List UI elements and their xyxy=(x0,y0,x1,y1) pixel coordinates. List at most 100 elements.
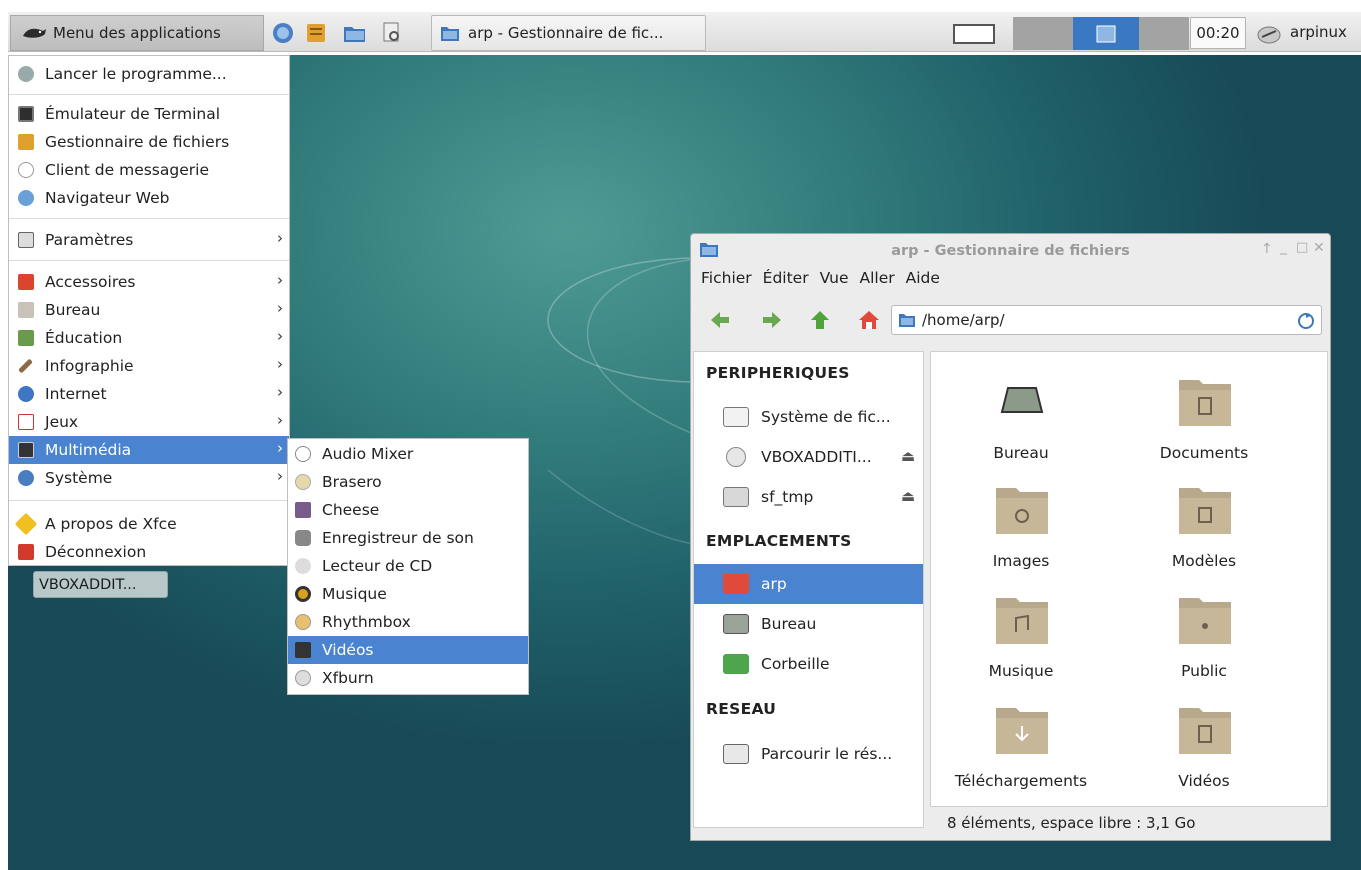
debian-mouse-icon xyxy=(23,28,46,38)
folder-item-modeles[interactable]: Modèles xyxy=(1129,482,1279,582)
submenu-item-cd-player[interactable]: Lecteur de CD xyxy=(288,552,528,580)
file-manager-icon xyxy=(18,134,34,150)
workspace-1-preview[interactable] xyxy=(953,24,995,44)
file-icon-view: Bureau Documents Images Modèles Musique … xyxy=(930,351,1328,807)
submenu-item-music[interactable]: Musique xyxy=(288,580,528,608)
taskbar-window-button[interactable]: arp - Gestionnaire de fic... xyxy=(431,15,706,51)
logout-icon xyxy=(18,544,34,560)
reload-icon[interactable] xyxy=(1297,312,1315,330)
panel-username[interactable]: arpinux xyxy=(1290,23,1347,41)
menu-item-run-program[interactable]: Lancer le programme... xyxy=(9,60,289,88)
sidebar-item-trash[interactable]: Corbeille xyxy=(694,644,923,684)
folder-launcher-icon[interactable] xyxy=(343,22,365,44)
menu-item-about-xfce[interactable]: A propos de Xfce xyxy=(9,510,289,538)
menu-help[interactable]: Aide xyxy=(906,269,940,287)
home-icon[interactable] xyxy=(857,309,879,331)
folder-item-telechargements[interactable]: Téléchargements xyxy=(946,702,1096,802)
submenu-item-sound-recorder[interactable]: Enregistreur de son xyxy=(288,524,528,552)
forward-arrow-icon[interactable] xyxy=(761,309,783,331)
pictures-folder-icon xyxy=(996,488,1048,534)
system-icon xyxy=(18,470,34,486)
folder-item-musique[interactable]: Musique xyxy=(946,592,1096,692)
submenu-item-rhythmbox[interactable]: Rhythmbox xyxy=(288,608,528,636)
sidebar-item-sf-tmp[interactable]: sf_tmp ⏏ xyxy=(694,477,923,517)
stick-icon[interactable]: ↑ xyxy=(1261,241,1273,257)
sidebar-item-browse-network[interactable]: Parcourir le rés... xyxy=(694,734,923,774)
menu-item-education[interactable]: Éducation › xyxy=(9,324,289,352)
menu-separator xyxy=(9,218,289,219)
submenu-arrow-icon: › xyxy=(277,229,283,247)
location-path-field[interactable]: /home/arp/ xyxy=(891,305,1322,335)
submenu-item-cheese[interactable]: Cheese xyxy=(288,496,528,524)
menu-item-label: Infographie xyxy=(45,357,134,375)
minimize-icon[interactable]: _ xyxy=(1280,239,1287,255)
file-manager-launcher-icon[interactable] xyxy=(305,22,327,44)
menu-item-label: Paramètres xyxy=(45,231,134,249)
menu-item-multimedia[interactable]: Multimédia › xyxy=(9,436,289,464)
menu-item-label: Émulateur de Terminal xyxy=(45,105,221,123)
eject-icon[interactable]: ⏏ xyxy=(901,487,915,505)
folder-item-bureau[interactable]: Bureau xyxy=(946,374,1096,474)
submenu-item-audio-mixer[interactable]: Audio Mixer xyxy=(288,440,528,468)
menu-item-accessories[interactable]: Accessoires › xyxy=(9,268,289,296)
submenu-arrow-icon: › xyxy=(277,327,283,345)
submenu-item-xfburn[interactable]: Xfburn xyxy=(288,664,528,692)
menu-file[interactable]: Fichier xyxy=(701,269,752,287)
menu-item-label: Éducation xyxy=(45,329,123,347)
menu-item-file-manager[interactable]: Gestionnaire de fichiers xyxy=(9,128,289,156)
trash-icon xyxy=(723,654,749,674)
back-arrow-icon[interactable] xyxy=(709,309,731,331)
cheese-icon xyxy=(295,502,311,518)
menu-item-label: Navigateur Web xyxy=(45,189,170,207)
menu-item-terminal[interactable]: Émulateur de Terminal xyxy=(9,100,289,128)
workspace-2[interactable] xyxy=(1013,17,1073,50)
workspace-3-active[interactable] xyxy=(1073,17,1139,50)
menu-item-web-browser[interactable]: Navigateur Web xyxy=(9,184,289,212)
menu-item-graphics[interactable]: Infographie › xyxy=(9,352,289,380)
sidebar-item-filesystem[interactable]: Système de fic... xyxy=(694,397,923,437)
folder-item-images[interactable]: Images xyxy=(946,482,1096,582)
panel-clock[interactable]: 00:20 xyxy=(1190,17,1246,49)
sidebar-item-desktop[interactable]: Bureau xyxy=(694,604,923,644)
user-switch-icon[interactable] xyxy=(1256,23,1282,45)
submenu-item-brasero[interactable]: Brasero xyxy=(288,468,528,496)
sidebar-item-label: Système de fic... xyxy=(761,408,891,426)
menu-item-logout[interactable]: Déconnexion xyxy=(9,538,289,566)
office-icon xyxy=(18,302,34,318)
menu-view[interactable]: Vue xyxy=(820,269,849,287)
menu-item-label: Lancer le programme... xyxy=(45,65,227,83)
desktop-drive-icon-label[interactable]: VBOXADDIT... xyxy=(33,571,168,598)
search-launcher-icon[interactable] xyxy=(381,22,403,44)
folder-label: Public xyxy=(1181,662,1227,680)
menu-go[interactable]: Aller xyxy=(860,269,895,287)
folder-path-icon xyxy=(899,314,915,327)
submenu-item-videos[interactable]: Vidéos xyxy=(288,636,528,664)
eject-icon[interactable]: ⏏ xyxy=(901,447,915,465)
menu-item-games[interactable]: Jeux › xyxy=(9,408,289,436)
sidebar-item-home-arp[interactable]: arp xyxy=(694,564,923,604)
internet-icon xyxy=(18,386,34,402)
web-browser-launcher-icon[interactable] xyxy=(272,22,294,44)
sidebar-heading-places: EMPLACEMENTS xyxy=(706,532,852,550)
home-folder-icon xyxy=(723,574,749,594)
folder-label: Musique xyxy=(988,662,1054,680)
parent-folder-arrow-icon[interactable] xyxy=(809,309,831,331)
applications-menu-button[interactable]: Menu des applications xyxy=(10,15,264,51)
workspace-4[interactable] xyxy=(1139,17,1189,50)
folder-item-public[interactable]: Public xyxy=(1129,592,1279,692)
sidebar-item-vboxadditions[interactable]: VBOXADDITI... ⏏ xyxy=(694,437,923,477)
folder-item-videos[interactable]: Vidéos xyxy=(1129,702,1279,802)
folder-item-documents[interactable]: Documents xyxy=(1129,374,1279,474)
education-icon xyxy=(18,330,34,346)
menu-item-mail-client[interactable]: Client de messagerie xyxy=(9,156,289,184)
menu-item-settings[interactable]: Paramètres › xyxy=(9,226,289,254)
menu-item-office[interactable]: Bureau › xyxy=(9,296,289,324)
maximize-icon[interactable]: □ xyxy=(1296,240,1308,255)
menu-item-internet[interactable]: Internet › xyxy=(9,380,289,408)
menu-item-system[interactable]: Système › xyxy=(9,464,289,492)
accessories-icon xyxy=(18,274,34,290)
network-drive-icon xyxy=(723,487,749,507)
window-titlebar[interactable]: arp - Gestionnaire de fichiers ↑ _ □ ✕ xyxy=(691,234,1330,266)
close-icon[interactable]: ✕ xyxy=(1313,240,1325,256)
menu-edit[interactable]: Éditer xyxy=(763,269,809,287)
